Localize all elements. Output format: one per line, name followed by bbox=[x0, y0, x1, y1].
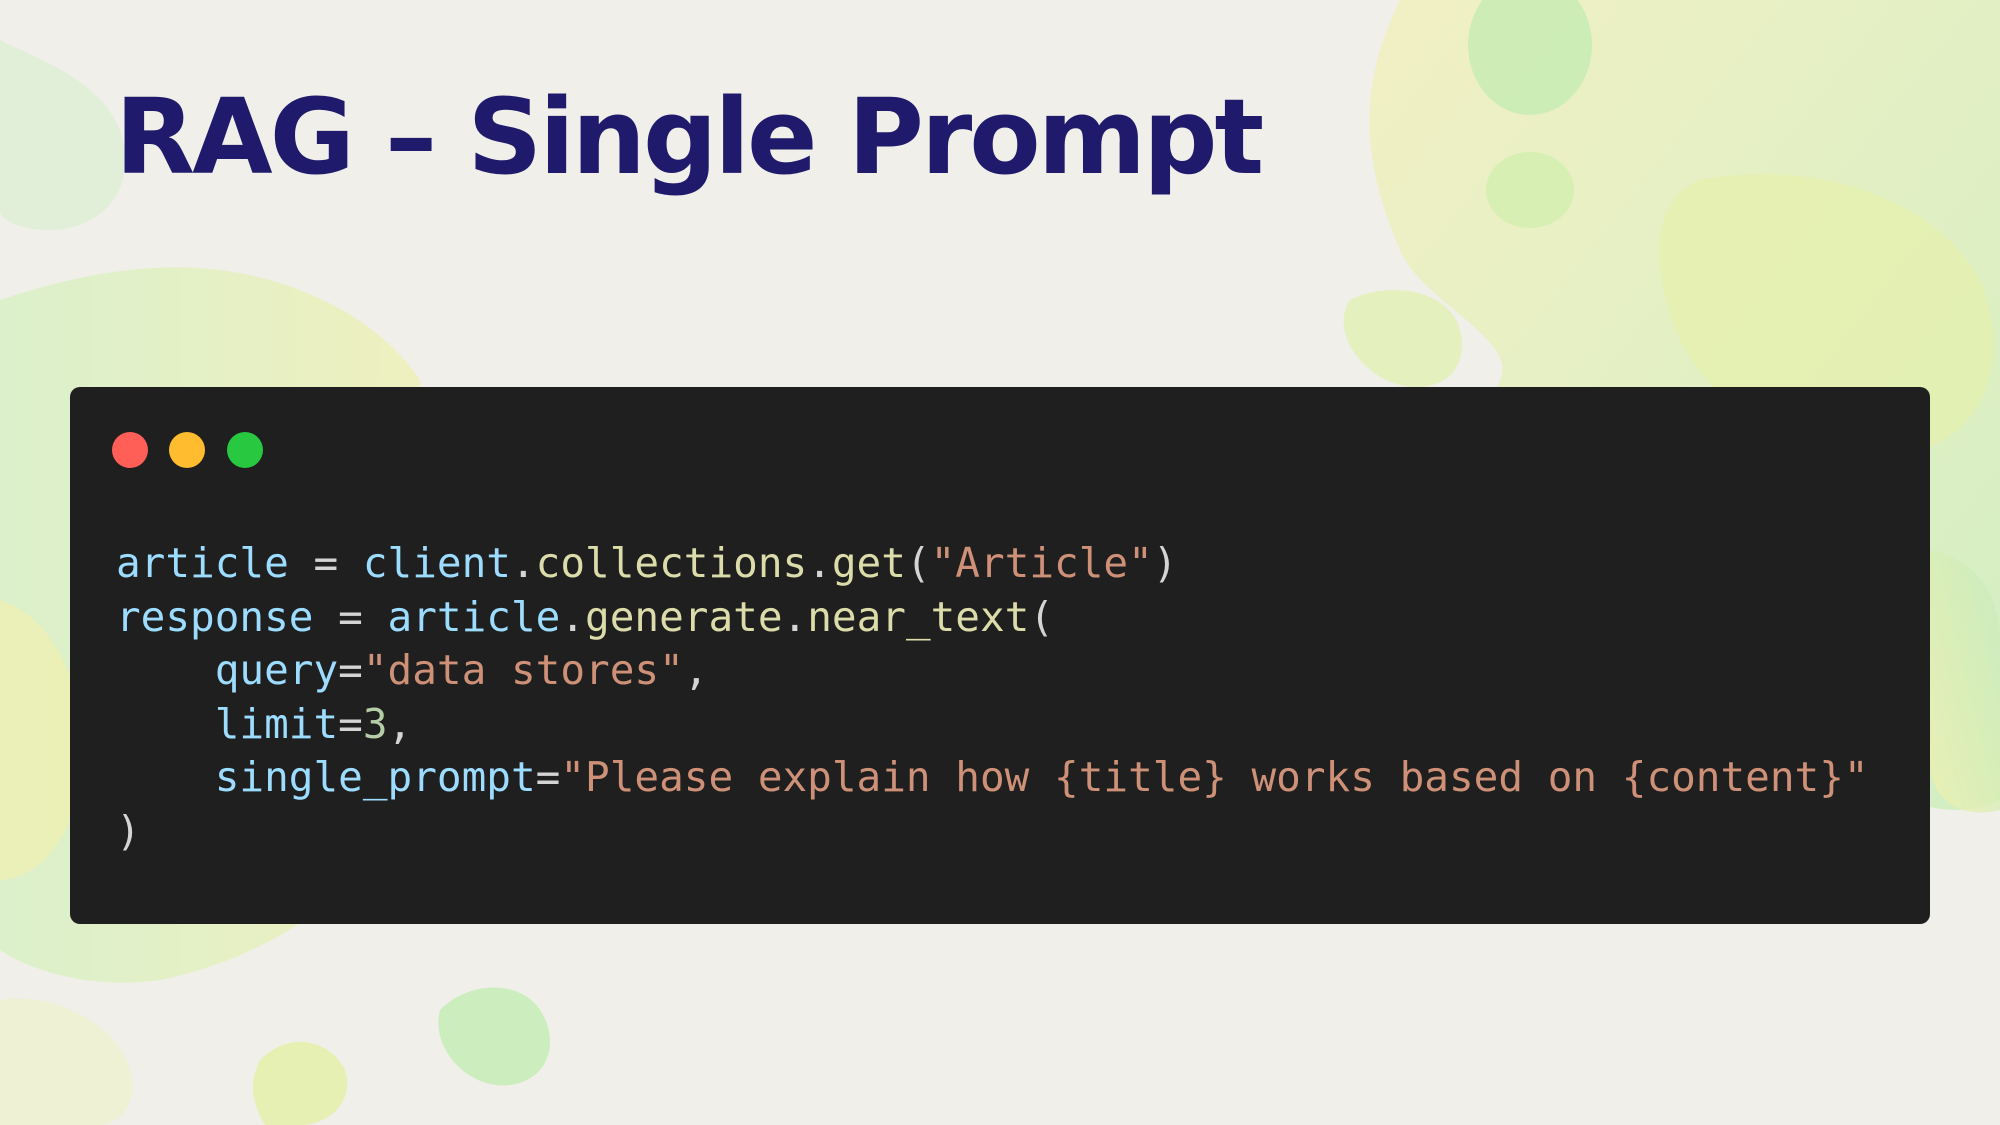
code-window: article = client.collections.get("Articl… bbox=[70, 387, 1930, 924]
code-line-2: response = article.generate.near_text( bbox=[116, 593, 1054, 641]
code-token: single_prompt bbox=[214, 753, 536, 801]
minimize-window-dot-icon bbox=[169, 432, 205, 468]
code-token: = bbox=[338, 646, 363, 694]
code-block: article = client.collections.get("Articl… bbox=[116, 537, 1869, 858]
code-token: article bbox=[116, 539, 289, 587]
code-token: client bbox=[362, 539, 511, 587]
code-token: article bbox=[387, 592, 561, 641]
code-token: near_text bbox=[807, 592, 1030, 641]
code-token: ) bbox=[1152, 539, 1178, 587]
code-line-5: single_prompt="Please explain how {title… bbox=[116, 753, 1869, 801]
code-token: ( bbox=[905, 539, 931, 587]
code-token: 3 bbox=[362, 699, 388, 748]
code-token: , bbox=[683, 646, 709, 694]
code-token: ( bbox=[1029, 592, 1055, 641]
code-token: response bbox=[116, 592, 314, 641]
code-token: "data stores" bbox=[362, 646, 684, 694]
code-token: = bbox=[313, 592, 388, 641]
code-line-4: limit=3, bbox=[116, 700, 412, 748]
code-token: . bbox=[782, 592, 808, 641]
code-token: "Article" bbox=[930, 539, 1153, 587]
code-token: = bbox=[288, 539, 363, 587]
code-token: "Please explain how {title} works based … bbox=[560, 753, 1869, 801]
code-token: , bbox=[387, 699, 413, 748]
code-token: = bbox=[338, 699, 363, 748]
slide-title: RAG – Single Prompt bbox=[115, 76, 1264, 198]
code-token: . bbox=[560, 592, 586, 641]
code-token: query bbox=[214, 646, 339, 694]
code-token: . bbox=[510, 539, 536, 587]
code-line-3: query="data stores", bbox=[116, 646, 709, 694]
maximize-window-dot-icon bbox=[227, 432, 263, 468]
code-token: get bbox=[831, 539, 906, 587]
code-token: = bbox=[535, 753, 561, 801]
code-token: . bbox=[807, 539, 832, 587]
code-token: ) bbox=[116, 806, 141, 855]
code-line-6: ) bbox=[116, 807, 141, 855]
code-token: limit bbox=[214, 699, 339, 748]
code-line-1: article = client.collections.get("Articl… bbox=[116, 539, 1177, 587]
code-token: collections bbox=[535, 539, 808, 587]
code-token: generate bbox=[585, 592, 783, 641]
close-window-dot-icon bbox=[112, 432, 148, 468]
